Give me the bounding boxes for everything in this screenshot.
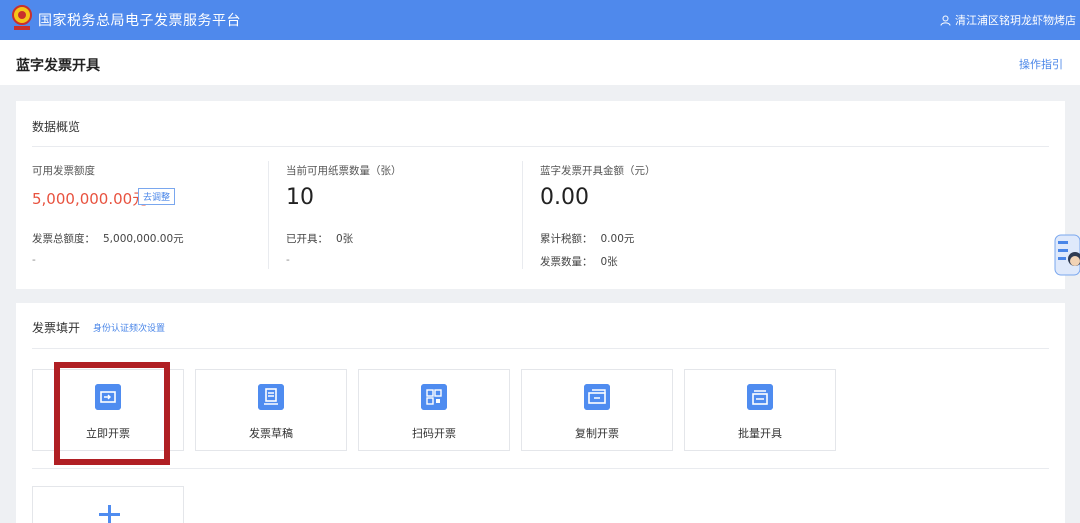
tile-invoice-draft[interactable]: 发票草稿 (195, 369, 347, 451)
add-function-button[interactable] (32, 486, 184, 523)
tax-label: 累计税额： (540, 233, 593, 245)
identity-settings-link[interactable]: 身份认证频次设置 (93, 321, 165, 334)
tax-value: 0.00元 (600, 233, 635, 245)
count-value: 0张 (600, 256, 618, 268)
qr-code-icon (421, 384, 447, 410)
tile-instant-invoice[interactable]: 立即开票 (32, 369, 184, 451)
amount-value: 0.00 (540, 185, 589, 210)
invoice-fill-card: 发票填开 身份认证频次设置 立即开票 发票草稿 扫码开票 复制开票 批量开具 (16, 303, 1065, 523)
user-name: 清江浦区铭玥龙虾物烤店 (955, 14, 1076, 27)
plus-icon (99, 513, 120, 516)
copy-invoice-icon (584, 384, 610, 410)
page-title: 蓝字发票开具 (16, 58, 100, 74)
data-overview-card: 数据概览 可用发票额度 5,000,000.00元 去调整 发票总额度： 5,00… (16, 101, 1065, 289)
tile-label: 发票草稿 (249, 427, 293, 440)
tile-copy-invoice[interactable]: 复制开票 (521, 369, 673, 451)
paper-value: 10 (286, 185, 314, 210)
quota-extra: - (32, 254, 36, 266)
adjust-quota-button[interactable]: 去调整 (138, 188, 176, 205)
tile-label: 扫码开票 (412, 427, 456, 440)
fill-title: 发票填开 (32, 321, 81, 335)
paper-stat: 当前可用纸票数量（张） 10 已开具： 0张 - (286, 163, 526, 271)
draft-icon (258, 384, 284, 410)
tile-label: 批量开具 (738, 427, 782, 440)
stat-separator (268, 161, 269, 269)
app-title: 国家税务总局电子发票服务平台 (38, 13, 241, 29)
tile-scan-invoice[interactable]: 扫码开票 (358, 369, 510, 451)
instant-invoice-icon (95, 384, 121, 410)
count-label: 发票数量： (540, 256, 593, 268)
issued-value: 0张 (336, 233, 354, 245)
overview-title: 数据概览 (32, 120, 81, 134)
batch-invoice-icon (747, 384, 773, 410)
tile-label: 复制开票 (575, 427, 619, 440)
top-bar: 国家税务总局电子发票服务平台 清江浦区铭玥龙虾物烤店 (0, 0, 1080, 40)
tile-batch-invoice[interactable]: 批量开具 (684, 369, 836, 451)
count-line: 发票数量： 0张 (540, 254, 618, 269)
tax-emblem-icon (12, 5, 32, 30)
page-header: 蓝字发票开具 操作指引 (0, 40, 1080, 85)
total-quota-value: 5,000,000.00元 (103, 233, 184, 245)
fill-divider (32, 348, 1049, 349)
guide-link[interactable]: 操作指引 (1019, 56, 1063, 72)
tax-line: 累计税额： 0.00元 (540, 231, 634, 246)
overview-divider (32, 146, 1049, 147)
amount-label: 蓝字发票开具金额（元） (540, 165, 656, 177)
tile-label: 立即开票 (86, 427, 130, 440)
paper-extra: - (286, 254, 290, 266)
amount-stat: 蓝字发票开具金额（元） 0.00 累计税额： 0.00元 发票数量： 0张 (540, 163, 780, 271)
total-quota-line: 发票总额度： 5,000,000.00元 (32, 231, 184, 246)
issued-label: 已开具： (286, 233, 328, 245)
fill-divider-bottom (32, 468, 1049, 469)
paper-label: 当前可用纸票数量（张） (286, 165, 402, 177)
total-quota-label: 发票总额度： (32, 233, 95, 245)
user-menu[interactable]: 清江浦区铭玥龙虾物烤店 (940, 12, 1076, 28)
quota-stat: 可用发票额度 5,000,000.00元 去调整 发票总额度： 5,000,000… (32, 163, 272, 271)
issued-line: 已开具： 0张 (286, 231, 353, 246)
quota-label: 可用发票额度 (32, 165, 95, 177)
user-icon (940, 15, 951, 26)
assistant-widget-icon[interactable] (1053, 233, 1080, 277)
quota-value: 5,000,000.00元 (32, 190, 148, 208)
stat-separator (522, 161, 523, 269)
